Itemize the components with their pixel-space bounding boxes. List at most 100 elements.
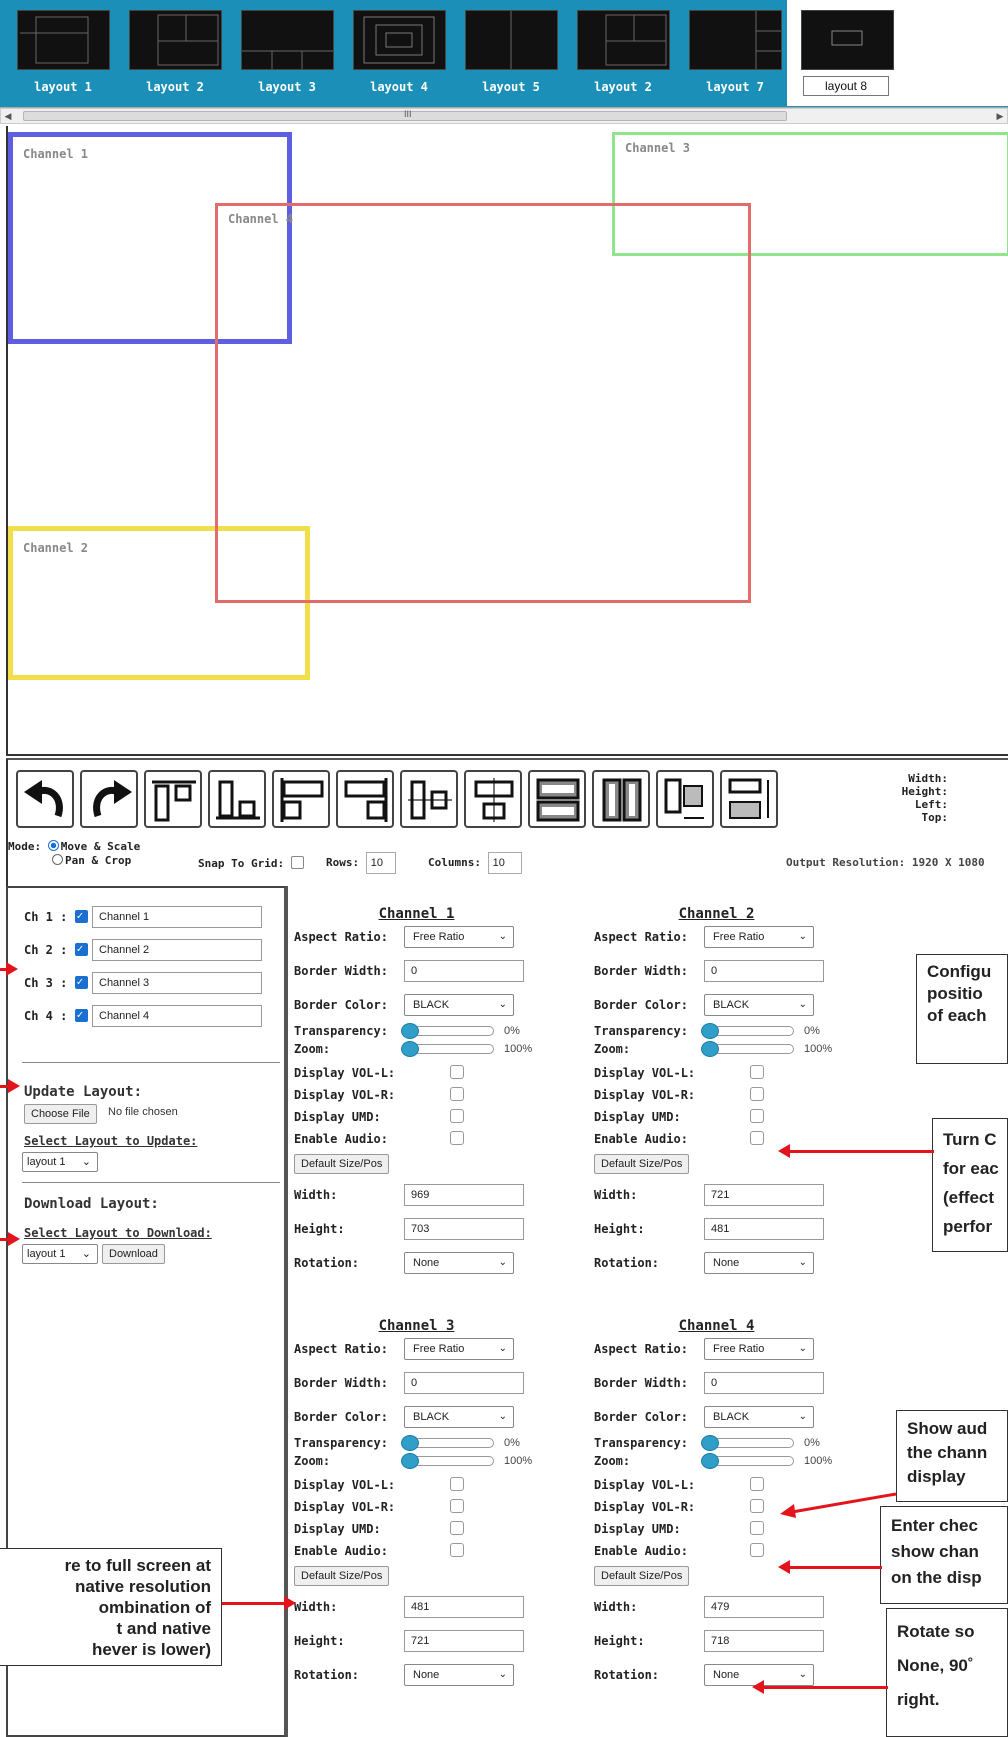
layout-canvas[interactable]: Channel 1 Channel 2 Channel 3 Channel 4 — [6, 126, 1008, 756]
pan-crop-radio[interactable] — [52, 854, 63, 865]
default-size-button[interactable]: Default Size/Pos — [594, 1566, 690, 1586]
scroll-left-icon[interactable]: ◀ — [1, 109, 15, 123]
zoom-slider[interactable] — [701, 1453, 794, 1469]
slider-handle[interactable] — [701, 1435, 719, 1451]
vol-r-checkbox[interactable] — [750, 1499, 764, 1513]
border-width-input[interactable]: 0 — [404, 1372, 524, 1394]
zoom-slider[interactable] — [401, 1041, 494, 1057]
vol-l-checkbox[interactable] — [750, 1477, 764, 1491]
channel-enable-checkbox[interactable] — [74, 975, 88, 989]
channel-name-input[interactable]: Channel 2 — [92, 939, 262, 961]
channel-name-input[interactable]: Channel 3 — [92, 972, 262, 994]
slider-handle[interactable] — [701, 1023, 719, 1039]
layout-tile-2[interactable]: layout 2 — [115, 0, 235, 106]
layout-tile-5[interactable]: layout 5 — [451, 0, 571, 106]
height-input[interactable]: 721 — [404, 1630, 524, 1652]
audio-checkbox[interactable] — [750, 1543, 764, 1557]
border-color-select[interactable]: BLACK ⌄ — [404, 1406, 514, 1428]
align-center-button[interactable] — [464, 770, 522, 828]
vol-l-checkbox[interactable] — [450, 1065, 464, 1079]
zoom-slider[interactable] — [701, 1041, 794, 1057]
audio-checkbox[interactable] — [750, 1131, 764, 1145]
vol-r-checkbox[interactable] — [750, 1087, 764, 1101]
default-size-button[interactable]: Default Size/Pos — [294, 1154, 390, 1174]
slider-handle[interactable] — [401, 1435, 419, 1451]
layout-tile-9[interactable] — [899, 0, 1008, 106]
undo-button[interactable] — [16, 770, 74, 828]
vol-r-checkbox[interactable] — [450, 1499, 464, 1513]
height-input[interactable]: 481 — [704, 1218, 824, 1240]
umd-checkbox[interactable] — [450, 1521, 464, 1535]
transparency-slider[interactable] — [701, 1023, 794, 1039]
horizontal-scrollbar[interactable]: ◀ III ▶ — [0, 108, 1008, 124]
distribute-vertical-button[interactable] — [528, 770, 586, 828]
rows-input[interactable]: 10 — [365, 852, 396, 874]
width-input[interactable]: 721 — [704, 1184, 824, 1206]
border-width-input[interactable]: 0 — [404, 960, 524, 982]
download-layout-select[interactable]: layout 1 ⌄ — [22, 1244, 98, 1264]
slider-handle[interactable] — [401, 1453, 419, 1469]
slider-handle[interactable] — [701, 1041, 719, 1057]
umd-checkbox[interactable] — [750, 1109, 764, 1123]
transparency-slider[interactable] — [401, 1023, 494, 1039]
aspect-ratio-select[interactable]: Free Ratio ⌄ — [404, 926, 514, 948]
update-layout-select[interactable]: layout 1 ⌄ — [22, 1152, 98, 1172]
move-scale-radio[interactable] — [47, 840, 59, 851]
audio-checkbox[interactable] — [450, 1131, 464, 1145]
align-right-button[interactable] — [336, 770, 394, 828]
umd-checkbox[interactable] — [750, 1521, 764, 1535]
audio-checkbox[interactable] — [450, 1543, 464, 1557]
umd-checkbox[interactable] — [450, 1109, 464, 1123]
width-input[interactable]: 479 — [704, 1596, 824, 1618]
layout-tile-3[interactable]: layout 3 — [227, 0, 347, 106]
align-left-button[interactable] — [272, 770, 330, 828]
layout-tile-4[interactable]: layout 4 — [339, 0, 459, 106]
layout-tile-8[interactable]: layout 8 — [787, 0, 907, 106]
width-input[interactable]: 969 — [404, 1184, 524, 1206]
zoom-slider[interactable] — [401, 1453, 494, 1469]
transparency-slider[interactable] — [401, 1435, 494, 1451]
align-top-button[interactable] — [144, 770, 202, 828]
aspect-ratio-select[interactable]: Free Ratio ⌄ — [704, 1338, 814, 1360]
rotation-select[interactable]: None ⌄ — [404, 1252, 514, 1274]
rotation-select[interactable]: None ⌄ — [404, 1664, 514, 1686]
slider-handle[interactable] — [701, 1453, 719, 1469]
columns-input[interactable]: 10 — [487, 852, 522, 874]
default-size-button[interactable]: Default Size/Pos — [294, 1566, 390, 1586]
height-input[interactable]: 703 — [404, 1218, 524, 1240]
download-button[interactable]: Download — [102, 1244, 165, 1264]
rotation-select[interactable]: None ⌄ — [704, 1252, 814, 1274]
scroll-right-icon[interactable]: ▶ — [993, 109, 1007, 123]
channel-name-input[interactable]: Channel 4 — [92, 1005, 262, 1027]
height-input[interactable]: 718 — [704, 1630, 824, 1652]
match-width-button[interactable] — [656, 770, 714, 828]
channel-enable-checkbox[interactable] — [74, 909, 88, 923]
border-color-select[interactable]: BLACK ⌄ — [704, 994, 814, 1016]
transparency-slider[interactable] — [701, 1435, 794, 1451]
channel-enable-checkbox[interactable] — [74, 942, 88, 956]
channel-enable-checkbox[interactable] — [74, 1008, 88, 1022]
channel-4-window[interactable]: Channel 4 — [215, 203, 751, 603]
border-color-select[interactable]: BLACK ⌄ — [404, 994, 514, 1016]
vol-l-checkbox[interactable] — [750, 1065, 764, 1079]
layout-tile-7[interactable]: layout 7 — [675, 0, 795, 106]
align-bottom-button[interactable] — [208, 770, 266, 828]
vol-r-checkbox[interactable] — [450, 1087, 464, 1101]
width-input[interactable]: 481 — [404, 1596, 524, 1618]
slider-handle[interactable] — [401, 1041, 419, 1057]
vol-l-checkbox[interactable] — [450, 1477, 464, 1491]
border-width-input[interactable]: 0 — [704, 960, 824, 982]
align-middle-button[interactable] — [400, 770, 458, 828]
border-width-input[interactable]: 0 — [704, 1372, 824, 1394]
choose-file-button[interactable]: Choose File — [24, 1104, 97, 1124]
layout-tile-6[interactable]: layout 2 — [563, 0, 683, 106]
redo-button[interactable] — [80, 770, 138, 828]
border-color-select[interactable]: BLACK ⌄ — [704, 1406, 814, 1428]
match-height-button[interactable] — [720, 770, 778, 828]
scroll-thumb[interactable]: III — [23, 109, 787, 121]
channel-name-input[interactable]: Channel 1 — [92, 906, 262, 928]
snap-checkbox[interactable] — [290, 856, 304, 869]
distribute-horizontal-button[interactable] — [592, 770, 650, 828]
slider-handle[interactable] — [401, 1023, 419, 1039]
aspect-ratio-select[interactable]: Free Ratio ⌄ — [404, 1338, 514, 1360]
